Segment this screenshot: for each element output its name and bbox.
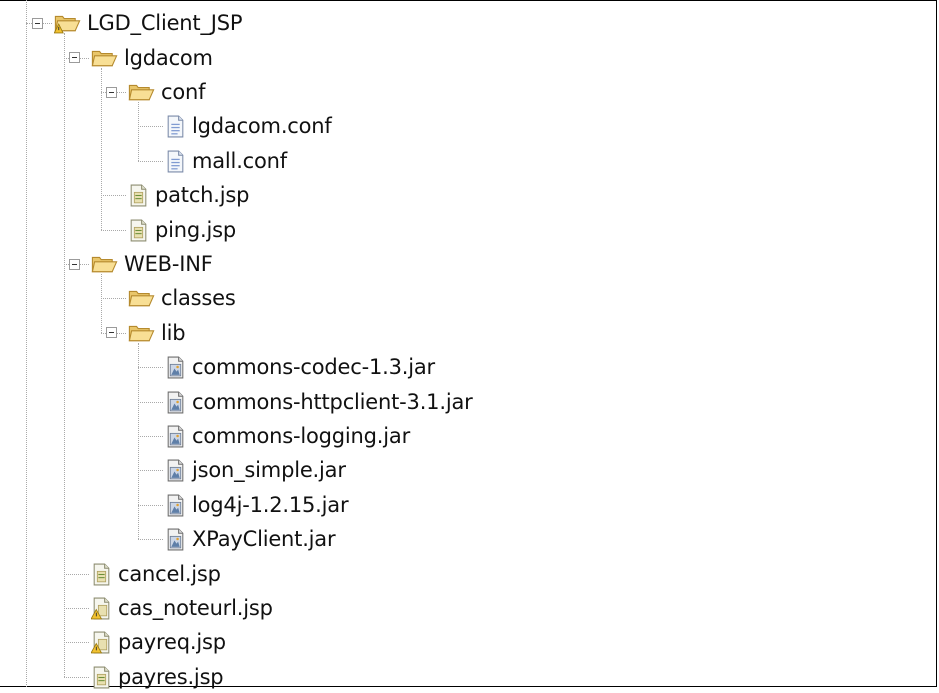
tree-folder-item[interactable]: WEB-INF	[91, 248, 213, 280]
tree-item-label: ping.jsp	[155, 218, 236, 242]
jar-file-icon	[165, 459, 186, 482]
tree-item-label: lib	[161, 321, 186, 345]
tree-folder-item[interactable]: conf	[128, 76, 205, 108]
open-folder-icon	[91, 253, 118, 275]
tree-connector	[138, 539, 163, 540]
tree-connector	[64, 574, 89, 575]
tree-item-label: patch.jsp	[155, 183, 250, 207]
tree-connector	[138, 470, 163, 471]
tree-connector	[138, 505, 163, 506]
tree-file-item[interactable]: commons-httpclient-3.1.jar	[165, 386, 473, 418]
open-folder-icon	[128, 81, 155, 103]
collapse-toggle[interactable]	[106, 327, 117, 338]
tree-item-label: conf	[161, 80, 206, 104]
tree-folder-item[interactable]: classes	[128, 282, 236, 314]
tree-item-label: commons-httpclient-3.1.jar	[192, 390, 473, 414]
tree-file-item[interactable]: ping.jsp	[128, 214, 236, 246]
tree-connector	[64, 33, 65, 677]
tree-file-item[interactable]: cancel.jsp	[91, 558, 221, 590]
tree-connector	[138, 436, 163, 437]
tree-item-label: payres.jsp	[118, 665, 224, 689]
tree-file-item[interactable]: lgdacom.conf	[165, 110, 332, 142]
tree-connector	[64, 677, 89, 678]
tree-item-label: payreq.jsp	[118, 630, 226, 654]
open-folder-warning-icon	[54, 12, 81, 34]
tree-connector	[138, 343, 139, 539]
tree-connector	[138, 161, 163, 162]
tree-item-label: mall.conf	[192, 149, 287, 173]
tree-connector	[138, 126, 163, 127]
tree-folder-item[interactable]: lgdacom	[91, 42, 213, 74]
jar-file-icon	[165, 528, 186, 551]
tree-file-item[interactable]: patch.jsp	[128, 179, 249, 211]
tree-connector	[101, 68, 102, 230]
tree-item-label: cancel.jsp	[118, 562, 221, 586]
tree-connector	[138, 102, 139, 161]
tree-file-item[interactable]: payreq.jsp	[91, 626, 226, 658]
tree-item-label: XPayClient.jar	[192, 527, 336, 551]
tree-file-item[interactable]: json_simple.jar	[165, 454, 346, 486]
jar-file-icon	[165, 494, 186, 517]
tree-file-item[interactable]: commons-codec-1.3.jar	[165, 351, 435, 383]
jsp-file-icon	[128, 219, 149, 242]
collapse-toggle[interactable]	[69, 52, 80, 63]
tree-item-label: LGD_Client_JSP	[87, 11, 243, 35]
jar-file-icon	[165, 356, 186, 379]
jar-file-icon	[165, 425, 186, 448]
tree-item-label: log4j-1.2.15.jar	[192, 493, 349, 517]
open-folder-icon	[128, 287, 155, 309]
tree-connector	[64, 608, 89, 609]
tree-connector	[138, 402, 163, 403]
tree-connector	[101, 274, 102, 333]
file-tree: LGD_Client_JSPlgdacom conf lgdacom.conf mal…	[0, 0, 937, 689]
jsp-file-warning-icon	[91, 631, 112, 654]
tree-file-item[interactable]: cas_noteurl.jsp	[91, 592, 273, 624]
collapse-toggle[interactable]	[69, 259, 80, 270]
tree-item-label: lgdacom	[124, 46, 213, 70]
text-file-icon	[165, 150, 186, 173]
open-folder-icon	[128, 322, 155, 344]
tree-item-label: json_simple.jar	[192, 458, 346, 482]
collapse-toggle[interactable]	[106, 87, 117, 98]
tree-item-label: WEB-INF	[124, 252, 213, 276]
tree-folder-item[interactable]: LGD_Client_JSP	[54, 7, 243, 39]
jar-file-icon	[165, 391, 186, 414]
tree-connector	[64, 642, 89, 643]
tree-item-label: commons-logging.jar	[192, 424, 411, 448]
tree-connector	[101, 195, 126, 196]
tree-connector	[101, 298, 126, 299]
tree-item-label: cas_noteurl.jsp	[118, 596, 273, 620]
tree-item-label: classes	[161, 286, 236, 310]
open-folder-icon	[91, 47, 118, 69]
tree-file-item[interactable]: log4j-1.2.15.jar	[165, 489, 349, 521]
tree-connector	[101, 230, 126, 231]
jsp-file-icon	[91, 563, 112, 586]
text-file-icon	[165, 115, 186, 138]
tree-file-item[interactable]: commons-logging.jar	[165, 420, 410, 452]
tree-file-item[interactable]: XPayClient.jar	[165, 523, 336, 555]
tree-folder-item[interactable]: lib	[128, 317, 186, 349]
tree-item-label: commons-codec-1.3.jar	[192, 355, 435, 379]
collapse-toggle[interactable]	[32, 18, 43, 29]
jsp-file-warning-icon	[91, 597, 112, 620]
tree-file-item[interactable]: mall.conf	[165, 145, 287, 177]
jsp-file-icon	[128, 184, 149, 207]
tree-item-label: lgdacom.conf	[192, 114, 332, 138]
tree-file-item[interactable]: payres.jsp	[91, 661, 224, 693]
tree-connector	[138, 367, 163, 368]
jsp-file-icon	[91, 666, 112, 689]
